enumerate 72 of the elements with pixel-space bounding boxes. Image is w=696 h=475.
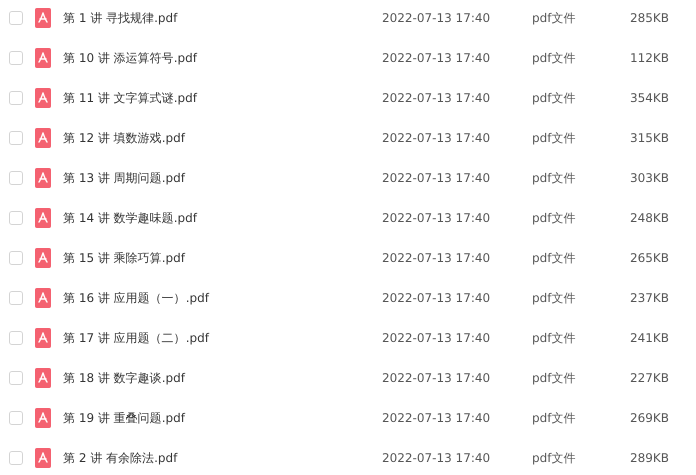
modified-date: 2022-07-13 17:40 bbox=[382, 211, 492, 225]
file-size: 289KB bbox=[628, 451, 669, 465]
file-name[interactable]: 第 16 讲 应用题（一）.pdf bbox=[63, 290, 382, 306]
modified-date: 2022-07-13 17:40 bbox=[382, 251, 492, 265]
modified-date: 2022-07-13 17:40 bbox=[382, 411, 492, 425]
modified-date: 2022-07-13 17:40 bbox=[382, 11, 492, 25]
file-type: pdf文件 bbox=[532, 130, 576, 146]
file-type: pdf文件 bbox=[532, 250, 576, 266]
checkbox[interactable] bbox=[9, 291, 23, 305]
file-type: pdf文件 bbox=[532, 50, 576, 66]
file-type: pdf文件 bbox=[532, 330, 576, 346]
file-name[interactable]: 第 10 讲 添运算符号.pdf bbox=[63, 50, 382, 66]
pdf-file-icon bbox=[35, 328, 51, 348]
file-type: pdf文件 bbox=[532, 10, 576, 26]
pdf-file-icon bbox=[35, 368, 51, 388]
modified-date: 2022-07-13 17:40 bbox=[382, 91, 492, 105]
modified-date: 2022-07-13 17:40 bbox=[382, 371, 492, 385]
checkbox[interactable] bbox=[9, 131, 23, 145]
checkbox[interactable] bbox=[9, 371, 23, 385]
modified-date: 2022-07-13 17:40 bbox=[382, 171, 492, 185]
checkbox[interactable] bbox=[9, 331, 23, 345]
file-name[interactable]: 第 18 讲 数字趣谈.pdf bbox=[63, 370, 382, 386]
pdf-file-icon bbox=[35, 288, 51, 308]
file-size: 241KB bbox=[628, 331, 669, 345]
pdf-file-icon bbox=[35, 168, 51, 188]
pdf-file-icon bbox=[35, 208, 51, 228]
modified-date: 2022-07-13 17:40 bbox=[382, 51, 492, 65]
file-size: 112KB bbox=[628, 51, 669, 65]
checkbox[interactable] bbox=[9, 51, 23, 65]
file-size: 303KB bbox=[628, 171, 669, 185]
checkbox[interactable] bbox=[9, 211, 23, 225]
pdf-file-icon bbox=[35, 48, 51, 68]
pdf-file-icon bbox=[35, 248, 51, 268]
checkbox[interactable] bbox=[9, 11, 23, 25]
file-size: 227KB bbox=[628, 371, 669, 385]
pdf-file-icon bbox=[35, 128, 51, 148]
file-size: 265KB bbox=[628, 251, 669, 265]
file-size: 354KB bbox=[628, 91, 669, 105]
file-type: pdf文件 bbox=[532, 210, 576, 226]
pdf-file-icon bbox=[35, 408, 51, 428]
file-type: pdf文件 bbox=[532, 90, 576, 106]
file-size: 315KB bbox=[628, 131, 669, 145]
modified-date: 2022-07-13 17:40 bbox=[382, 291, 492, 305]
file-name[interactable]: 第 17 讲 应用题（二）.pdf bbox=[63, 330, 382, 346]
file-name[interactable]: 第 15 讲 乘除巧算.pdf bbox=[63, 250, 382, 266]
file-name[interactable]: 第 19 讲 重叠问题.pdf bbox=[63, 410, 382, 426]
file-name[interactable]: 第 14 讲 数学趣味题.pdf bbox=[63, 210, 382, 226]
checkbox[interactable] bbox=[9, 451, 23, 465]
file-name[interactable]: 第 11 讲 文字算式谜.pdf bbox=[63, 90, 382, 106]
pdf-file-icon bbox=[35, 88, 51, 108]
checkbox[interactable] bbox=[9, 171, 23, 185]
pdf-file-icon bbox=[35, 8, 51, 28]
file-type: pdf文件 bbox=[532, 290, 576, 306]
file-size: 237KB bbox=[628, 291, 669, 305]
file-name[interactable]: 第 13 讲 周期问题.pdf bbox=[63, 170, 382, 186]
modified-date: 2022-07-13 17:40 bbox=[382, 451, 492, 465]
modified-date: 2022-07-13 17:40 bbox=[382, 131, 492, 145]
file-type: pdf文件 bbox=[532, 170, 576, 186]
modified-date: 2022-07-13 17:40 bbox=[382, 331, 492, 345]
checkbox[interactable] bbox=[9, 251, 23, 265]
pdf-file-icon bbox=[35, 448, 51, 468]
file-name[interactable]: 第 1 讲 寻找规律.pdf bbox=[63, 10, 382, 26]
file-name[interactable]: 第 2 讲 有余除法.pdf bbox=[63, 450, 382, 466]
file-type: pdf文件 bbox=[532, 450, 576, 466]
file-name[interactable]: 第 12 讲 填数游戏.pdf bbox=[63, 130, 382, 146]
file-size: 248KB bbox=[628, 211, 669, 225]
file-size: 285KB bbox=[628, 11, 669, 25]
file-type: pdf文件 bbox=[532, 410, 576, 426]
file-type: pdf文件 bbox=[532, 370, 576, 386]
checkbox[interactable] bbox=[9, 91, 23, 105]
file-size: 269KB bbox=[628, 411, 669, 425]
checkbox[interactable] bbox=[9, 411, 23, 425]
